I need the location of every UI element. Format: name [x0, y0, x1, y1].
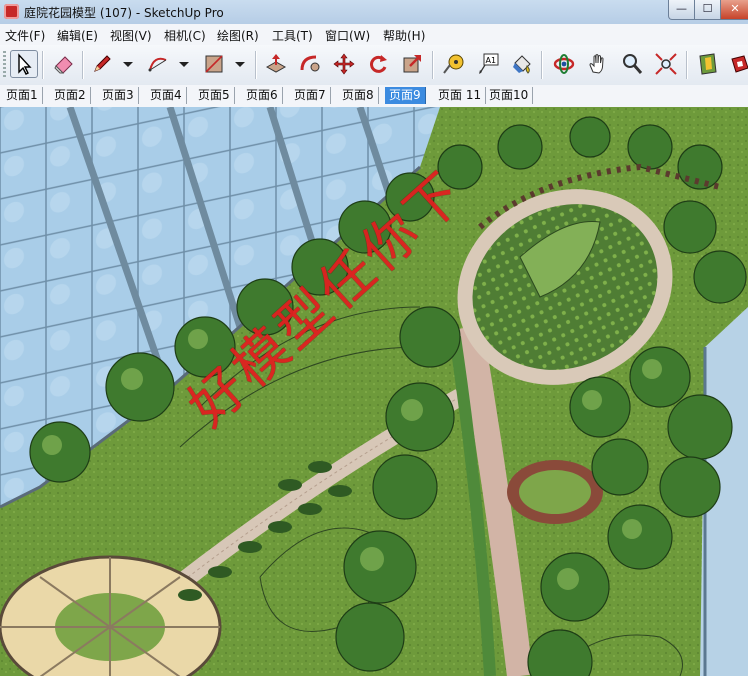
pencil-tool[interactable] [88, 50, 116, 78]
title-bar: 庭院花园模型 (107) - SketchUp Pro — ☐ ✕ [0, 0, 748, 25]
pan-tool[interactable] [584, 50, 612, 78]
arc-tool[interactable] [144, 50, 172, 78]
window-title: 庭院花园模型 (107) - SketchUp Pro [24, 6, 224, 20]
scene-tab-1[interactable]: 页面1 [2, 87, 43, 104]
main-toolbar: A1 [0, 45, 748, 86]
menu-camera[interactable]: 相机(C) [164, 27, 206, 44]
text-tool[interactable]: A1 [474, 50, 502, 78]
extension-icon [731, 55, 748, 73]
extension-tool[interactable] [726, 50, 748, 78]
tape-measure-tool[interactable] [440, 50, 468, 78]
toolbar-grip[interactable] [3, 51, 6, 79]
scene-tab-9[interactable]: 页面9 [385, 87, 426, 104]
orbit-tool[interactable] [550, 50, 578, 78]
zoom-extents-tool[interactable] [652, 50, 680, 78]
maximize-button[interactable]: ☐ [694, 0, 721, 20]
warehouse-tool[interactable] [694, 50, 722, 78]
zoom-tool[interactable] [618, 50, 646, 78]
menu-view[interactable]: 视图(V) [110, 27, 152, 44]
rectangle-dropdown-icon[interactable] [234, 58, 246, 70]
menu-bar: 文件(F) 编辑(E) 视图(V) 相机(C) 绘图(R) 工具(T) 窗口(W… [0, 24, 748, 46]
hand-icon [589, 54, 604, 74]
follow-me-icon [300, 55, 320, 72]
eraser-tool[interactable] [50, 50, 78, 78]
move-tool[interactable] [330, 50, 358, 78]
rotate-tool[interactable] [364, 50, 392, 78]
text-tool-label: A1 [486, 56, 497, 65]
pencil-dropdown-icon[interactable] [122, 58, 134, 70]
tape-measure-icon [443, 54, 464, 74]
select-tool[interactable] [10, 50, 38, 78]
model-viewport[interactable]: 好模型任你下 [0, 107, 748, 676]
scale-icon [403, 55, 421, 73]
rectangle-icon [205, 55, 223, 73]
scene-tab-5[interactable]: 页面5 [194, 87, 235, 104]
close-button[interactable]: ✕ [720, 0, 748, 20]
scene-tab-7[interactable]: 页面7 [290, 87, 331, 104]
scene-tab-6[interactable]: 页面6 [242, 87, 283, 104]
orbit-icon [553, 54, 575, 74]
minimize-button[interactable]: — [668, 0, 695, 20]
menu-window[interactable]: 窗口(W) [325, 27, 370, 44]
rotate-icon [370, 55, 387, 73]
eraser-icon [54, 56, 73, 74]
menu-file[interactable]: 文件(F) [5, 27, 45, 44]
scene-tab-8[interactable]: 页面8 [338, 87, 379, 104]
scene-tab-3[interactable]: 页面3 [98, 87, 139, 104]
move-icon [333, 53, 355, 75]
paint-bucket-icon [513, 55, 531, 74]
follow-me-tool[interactable] [296, 50, 324, 78]
scene-tab-4[interactable]: 页面4 [146, 87, 187, 104]
scene-tab-11[interactable]: 页面 11 [434, 87, 487, 104]
push-pull-tool[interactable] [262, 50, 290, 78]
arc-icon [148, 57, 167, 72]
rectangle-tool[interactable] [200, 50, 228, 78]
garden-model-render [0, 107, 748, 676]
menu-draw[interactable]: 绘图(R) [217, 27, 259, 44]
arrow-icon [18, 53, 32, 75]
push-pull-icon [265, 54, 287, 73]
scene-tab-10[interactable]: 页面10 [485, 87, 534, 104]
scene-tab-bar: 页面1 页面2 页面3 页面4 页面5 页面6 页面7 页面8 页面9 页面 1… [0, 85, 748, 108]
menu-edit[interactable]: 编辑(E) [57, 27, 98, 44]
scale-tool[interactable] [398, 50, 426, 78]
paint-bucket-tool[interactable] [508, 50, 536, 78]
text-icon: A1 [479, 53, 499, 74]
menu-tools[interactable]: 工具(T) [272, 27, 313, 44]
zoom-extents-icon [655, 53, 677, 75]
sketchup-app-icon [4, 4, 19, 19]
magnifier-icon [623, 54, 643, 74]
warehouse-icon [699, 53, 717, 75]
scene-tab-2[interactable]: 页面2 [50, 87, 91, 104]
arc-dropdown-icon[interactable] [178, 58, 190, 70]
pencil-icon [94, 55, 111, 72]
menu-help[interactable]: 帮助(H) [383, 27, 425, 44]
